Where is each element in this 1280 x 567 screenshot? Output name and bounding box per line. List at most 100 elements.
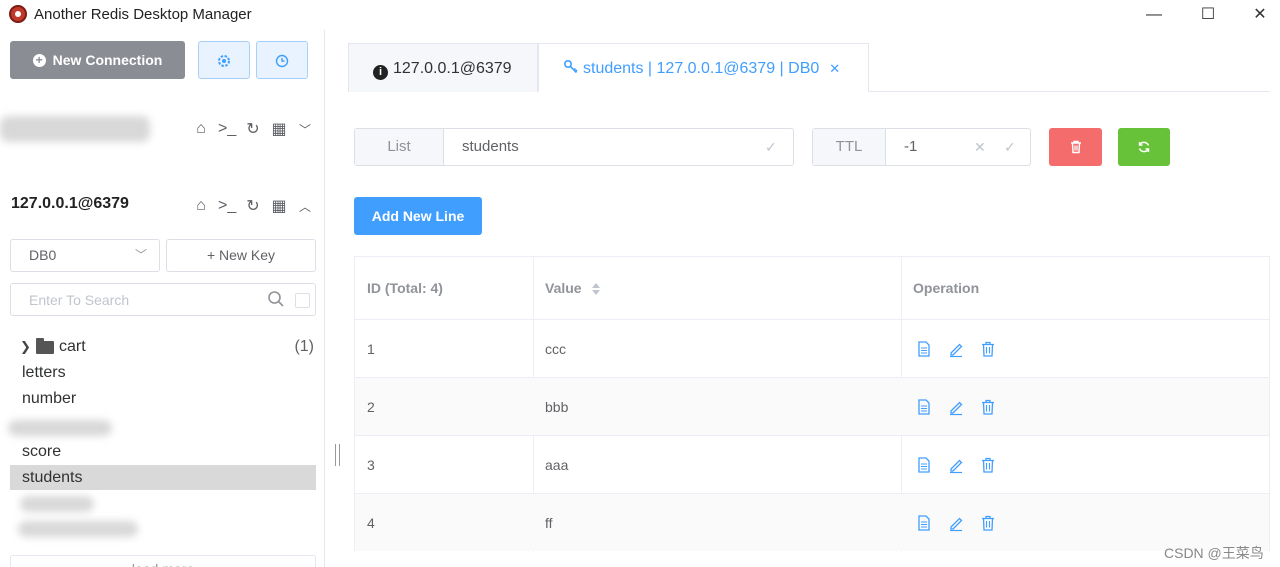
tree-key-students[interactable]: students [10, 465, 316, 490]
view-document-icon[interactable] [915, 456, 933, 474]
connection-name-redacted[interactable] [0, 116, 150, 142]
settings-button[interactable] [198, 41, 250, 79]
close-tab-icon[interactable]: ✕ [829, 61, 840, 76]
row-id: 2 [367, 399, 375, 415]
search-input[interactable] [11, 284, 261, 315]
tree-key-score[interactable]: score [10, 439, 316, 464]
load-more-button[interactable]: load more [10, 555, 316, 567]
edit-icon[interactable] [947, 514, 965, 532]
db-select[interactable]: DB0 ﹀ [10, 239, 160, 272]
history-button[interactable] [256, 41, 308, 79]
refresh-icon [1138, 141, 1150, 153]
new-connection-button[interactable]: + New Connection [10, 41, 185, 79]
chevron-down-icon: ﹀ [134, 248, 147, 262]
confirm-ttl-icon[interactable]: ✓ [1004, 129, 1016, 165]
row-operations [915, 456, 997, 474]
ttl-label: TTL [813, 129, 886, 165]
window-title: Another Redis Desktop Manager [34, 6, 252, 23]
folder-icon [36, 338, 54, 354]
connection-actions: ⌂ >_ ↻ ▦ ﹀ [192, 119, 314, 139]
exact-search-checkbox[interactable] [295, 293, 310, 308]
list-table: ID (Total: 4) Value Operation 1 ccc 2 bb… [354, 256, 1270, 552]
table-row: 1 ccc [355, 319, 1269, 377]
edit-icon[interactable] [947, 456, 965, 474]
header-value[interactable]: Value [533, 257, 901, 319]
view-document-icon[interactable] [915, 340, 933, 358]
home-icon[interactable]: ⌂ [192, 120, 210, 138]
ttl-group: TTL -1 ✕ ✓ [812, 128, 1031, 166]
grid-icon[interactable]: ▦ [270, 196, 288, 216]
clock-icon [275, 55, 289, 68]
header-operation: Operation [913, 280, 980, 296]
app-logo-icon [9, 5, 27, 23]
plus-circle-icon: + [32, 53, 46, 67]
row-operations [915, 340, 997, 358]
tree-folder-count: (1) [294, 338, 314, 355]
tab-label: 127.0.0.1@6379 [393, 60, 512, 77]
tabs-bar: i 127.0.0.1@6379 students | 127.0.0.1@637… [348, 43, 1270, 92]
confirm-rename-icon[interactable]: ✓ [765, 129, 777, 165]
resize-handle[interactable] [335, 444, 340, 466]
delete-icon[interactable] [979, 340, 997, 358]
close-window-button[interactable]: ✕ [1240, 2, 1280, 28]
delete-icon[interactable] [979, 456, 997, 474]
sort-icon[interactable] [591, 282, 601, 296]
key-icon [563, 59, 578, 74]
info-icon: i [373, 65, 388, 80]
edit-icon[interactable] [947, 340, 965, 358]
new-connection-label: New Connection [52, 52, 163, 68]
view-document-icon[interactable] [915, 398, 933, 416]
key-name-input[interactable]: students [462, 129, 519, 165]
chevron-up-icon[interactable]: ︿ [296, 198, 314, 215]
header-value-label: Value [545, 280, 582, 296]
settings-icon [218, 55, 230, 68]
row-value: ff [545, 515, 553, 531]
delete-icon[interactable] [979, 514, 997, 532]
header-id: ID (Total: 4) [367, 280, 443, 296]
search-icon[interactable] [267, 290, 285, 308]
view-document-icon[interactable] [915, 514, 933, 532]
row-operations [915, 514, 997, 532]
row-operations [915, 398, 997, 416]
tab-label: students | 127.0.0.1@6379 | DB0 [583, 60, 820, 77]
home-icon[interactable]: ⌂ [192, 197, 210, 215]
refresh-key-button[interactable] [1118, 128, 1170, 166]
delete-key-button[interactable] [1049, 128, 1102, 166]
tree-folder-cart[interactable]: ❯ cart (1) [10, 334, 316, 359]
delete-icon[interactable] [979, 398, 997, 416]
tree-key-redacted[interactable] [18, 521, 138, 537]
tab-key-students[interactable]: students | 127.0.0.1@6379 | DB0 ✕ [538, 43, 869, 92]
add-new-line-button[interactable]: Add New Line [354, 197, 482, 235]
refresh-icon[interactable]: ↻ [244, 196, 262, 216]
trash-icon [1071, 140, 1081, 154]
maximize-button[interactable]: ☐ [1188, 2, 1228, 28]
table-row: 4 ff [355, 493, 1269, 551]
refresh-icon[interactable]: ↻ [244, 119, 262, 139]
chevron-right-icon: ❯ [20, 339, 31, 354]
db-select-value: DB0 [29, 247, 57, 263]
connection-actions: ⌂ >_ ↻ ▦ ︿ [192, 196, 314, 216]
table-row: 3 aaa [355, 435, 1269, 493]
chevron-down-icon[interactable]: ﹀ [296, 121, 314, 138]
tab-connection-info[interactable]: i 127.0.0.1@6379 [348, 43, 538, 92]
title-bar: Another Redis Desktop Manager — ☐ ✕ [0, 0, 1280, 30]
terminal-icon[interactable]: >_ [218, 197, 236, 215]
clear-ttl-icon[interactable]: ✕ [974, 129, 986, 165]
grid-icon[interactable]: ▦ [270, 119, 288, 139]
row-id: 3 [367, 457, 375, 473]
minimize-button[interactable]: — [1134, 2, 1174, 28]
tree-key-redacted[interactable] [8, 420, 112, 436]
key-name-group: List students ✓ [354, 128, 794, 166]
connection-name[interactable]: 127.0.0.1@6379 [11, 195, 129, 213]
tree-key-letters[interactable]: letters [10, 360, 316, 385]
new-key-button[interactable]: + New Key [166, 239, 316, 272]
row-id: 1 [367, 341, 375, 357]
table-row: 2 bbb [355, 377, 1269, 435]
terminal-icon[interactable]: >_ [218, 120, 236, 138]
edit-icon[interactable] [947, 398, 965, 416]
row-value: aaa [545, 457, 569, 473]
row-value: bbb [545, 399, 569, 415]
tree-key-number[interactable]: number [10, 386, 316, 411]
ttl-input[interactable]: -1 [904, 129, 917, 165]
tree-key-redacted[interactable] [20, 496, 94, 512]
